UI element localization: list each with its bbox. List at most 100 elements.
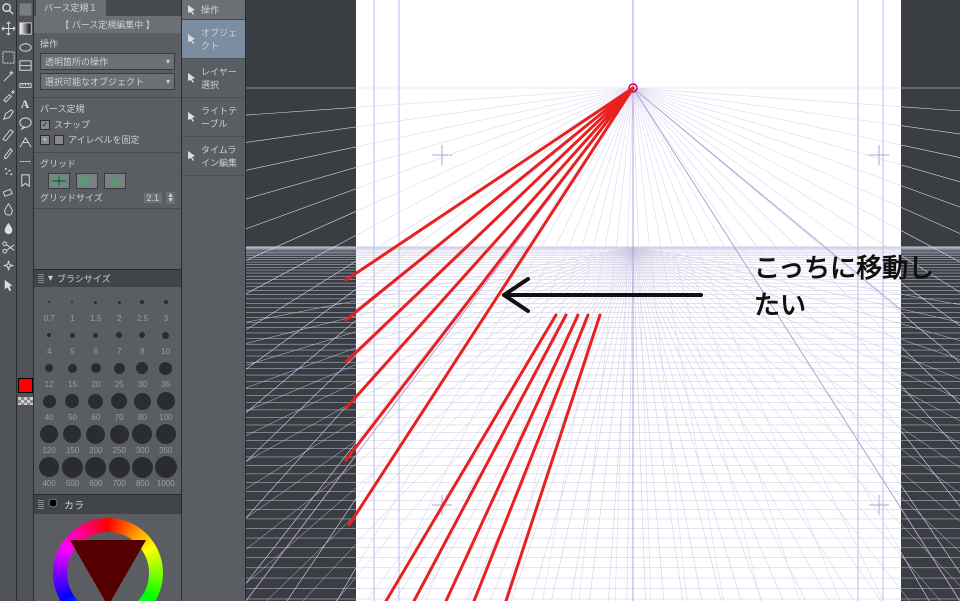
dotline-icon[interactable] xyxy=(18,154,33,169)
eyelevel-label: アイレベルを固定 xyxy=(68,133,140,146)
brush-size-swatch[interactable]: 150 xyxy=(61,423,83,455)
marquee2-icon[interactable] xyxy=(18,2,33,17)
grid-yz-button[interactable] xyxy=(76,173,98,189)
brush-size-swatch[interactable]: 7 xyxy=(108,324,130,356)
grid-size-stepper[interactable]: ▲▼ xyxy=(166,192,175,204)
fg-color-swatch[interactable] xyxy=(18,378,33,393)
spray-icon[interactable] xyxy=(1,164,16,179)
brush-size-swatch[interactable]: 1 xyxy=(61,291,83,323)
brush-size-swatch[interactable]: 300 xyxy=(131,423,153,455)
brush-size-swatch[interactable]: 1000 xyxy=(155,456,177,488)
brush-size-swatch[interactable]: 10 xyxy=(155,324,177,356)
text-icon[interactable]: A xyxy=(18,97,33,112)
grid-xy-button[interactable] xyxy=(48,173,70,189)
brush-size-swatch[interactable]: 500 xyxy=(61,456,83,488)
subtool-tab-top[interactable]: 操作 xyxy=(182,0,245,20)
ruler-section-label: パース定規 xyxy=(40,102,175,115)
brush-size-swatch[interactable]: 50 xyxy=(61,390,83,422)
transparent-op-dropdown[interactable]: 透明箇所の操作 xyxy=(40,53,175,70)
subtool-item-label: ライトテーブル xyxy=(201,104,241,130)
frame-icon[interactable] xyxy=(18,59,33,74)
subtool-item[interactable]: ライトテーブル xyxy=(182,98,245,137)
brush-icon[interactable] xyxy=(1,145,16,160)
brush-size-swatch[interactable]: 100 xyxy=(155,390,177,422)
wand-icon[interactable] xyxy=(1,69,16,84)
editing-banner: 【 パース定規編集中 】 xyxy=(34,16,181,33)
gradient-icon[interactable] xyxy=(18,21,33,36)
brush-size-swatch[interactable]: 5 xyxy=(61,324,83,356)
subtool-icon xyxy=(186,72,198,84)
correction-icon[interactable] xyxy=(18,173,33,188)
grid-label: グリッド xyxy=(40,157,175,170)
brush-size-swatch[interactable]: 8 xyxy=(131,324,153,356)
brush-size-swatch[interactable]: 200 xyxy=(85,423,107,455)
brush-size-title: ブラシサイズ xyxy=(57,272,111,285)
subtool-item[interactable]: オブジェクト xyxy=(182,20,245,59)
brush-size-swatch[interactable]: 80 xyxy=(131,390,153,422)
color-wheel[interactable] xyxy=(34,514,181,601)
tab-perspective-ruler[interactable]: パース定規１ xyxy=(36,0,106,16)
brush-size-swatch[interactable]: 120 xyxy=(38,423,60,455)
brush-size-swatch[interactable]: 60 xyxy=(85,390,107,422)
bg-checker[interactable] xyxy=(18,397,33,405)
magnify-icon[interactable] xyxy=(1,2,16,17)
fill-icon[interactable] xyxy=(1,221,16,236)
eyelevel-checkbox[interactable] xyxy=(54,135,64,145)
brush-size-swatch[interactable]: 30 xyxy=(131,357,153,389)
brush-size-swatch[interactable]: 20 xyxy=(85,357,107,389)
eraser-icon[interactable] xyxy=(1,183,16,198)
operation-label: 操作 xyxy=(40,37,175,50)
expand-button[interactable]: + xyxy=(40,135,50,145)
ruler-icon[interactable] xyxy=(18,78,33,93)
brush-size-swatch[interactable]: 15 xyxy=(61,357,83,389)
grid-size-label: グリッドサイズ xyxy=(40,191,140,204)
canvas-area[interactable]: こっちに移動したい xyxy=(246,0,960,601)
subtool-item-label: レイヤー選択 xyxy=(201,65,241,91)
brush-size-swatch[interactable]: 25 xyxy=(108,357,130,389)
pen-icon[interactable] xyxy=(1,107,16,122)
pointer-icon[interactable] xyxy=(1,278,16,293)
eyedrop-icon[interactable] xyxy=(1,88,16,103)
brush-size-swatch[interactable]: 70 xyxy=(108,390,130,422)
color-tab-label[interactable]: カラ xyxy=(64,497,84,512)
operation-icon xyxy=(186,4,198,16)
grid-size-value[interactable]: 2.1 xyxy=(144,193,163,203)
brush-size-collapse-icon[interactable]: ▾ xyxy=(48,273,53,284)
brush-size-swatch[interactable]: 2 xyxy=(108,291,130,323)
brush-size-swatch[interactable]: 800 xyxy=(131,456,153,488)
pencil-icon[interactable] xyxy=(1,126,16,141)
brush-size-swatch[interactable]: 3 xyxy=(155,291,177,323)
balloon-icon[interactable] xyxy=(18,116,33,131)
brush-size-swatch[interactable]: 12 xyxy=(38,357,60,389)
brush-size-swatch[interactable]: 250 xyxy=(108,423,130,455)
marquee-icon[interactable] xyxy=(1,50,16,65)
grid-xz-button[interactable] xyxy=(104,173,126,189)
ellipse-icon[interactable] xyxy=(18,40,33,55)
brush-size-swatch[interactable]: 0.7 xyxy=(38,291,60,323)
brush-size-swatch[interactable]: 700 xyxy=(108,456,130,488)
brush-size-swatch[interactable]: 40 xyxy=(38,390,60,422)
snap-label: スナップ xyxy=(54,118,90,131)
subtool-item-label: オブジェクト xyxy=(201,26,241,52)
subtool-item[interactable]: タイムライン編集 xyxy=(182,137,245,176)
snap-checkbox[interactable] xyxy=(40,120,50,130)
selectable-obj-dropdown[interactable]: 選択可能なオブジェクト xyxy=(40,73,175,90)
brush-size-swatch[interactable]: 35 xyxy=(155,357,177,389)
brush-size-swatch[interactable]: 2.5 xyxy=(131,291,153,323)
brush-size-swatch[interactable]: 6 xyxy=(85,324,107,356)
subtool-item[interactable]: レイヤー選択 xyxy=(182,59,245,98)
subtool-icon xyxy=(186,111,198,123)
brush-size-swatch[interactable]: 400 xyxy=(38,456,60,488)
brush-size-swatch[interactable]: 350 xyxy=(155,423,177,455)
perspective-icon[interactable] xyxy=(18,135,33,150)
blend-icon[interactable] xyxy=(1,202,16,217)
move-icon[interactable] xyxy=(1,21,16,36)
brush-size-swatch[interactable]: 600 xyxy=(85,456,107,488)
brush-size-swatch[interactable]: 4 xyxy=(38,324,60,356)
effect-icon[interactable] xyxy=(1,259,16,274)
scissors-icon[interactable] xyxy=(1,240,16,255)
subtool-item-label: タイムライン編集 xyxy=(201,143,241,169)
color-tab-icon[interactable] xyxy=(48,498,60,511)
brush-size-swatch[interactable]: 1.5 xyxy=(85,291,107,323)
subtool-icon xyxy=(186,33,198,45)
